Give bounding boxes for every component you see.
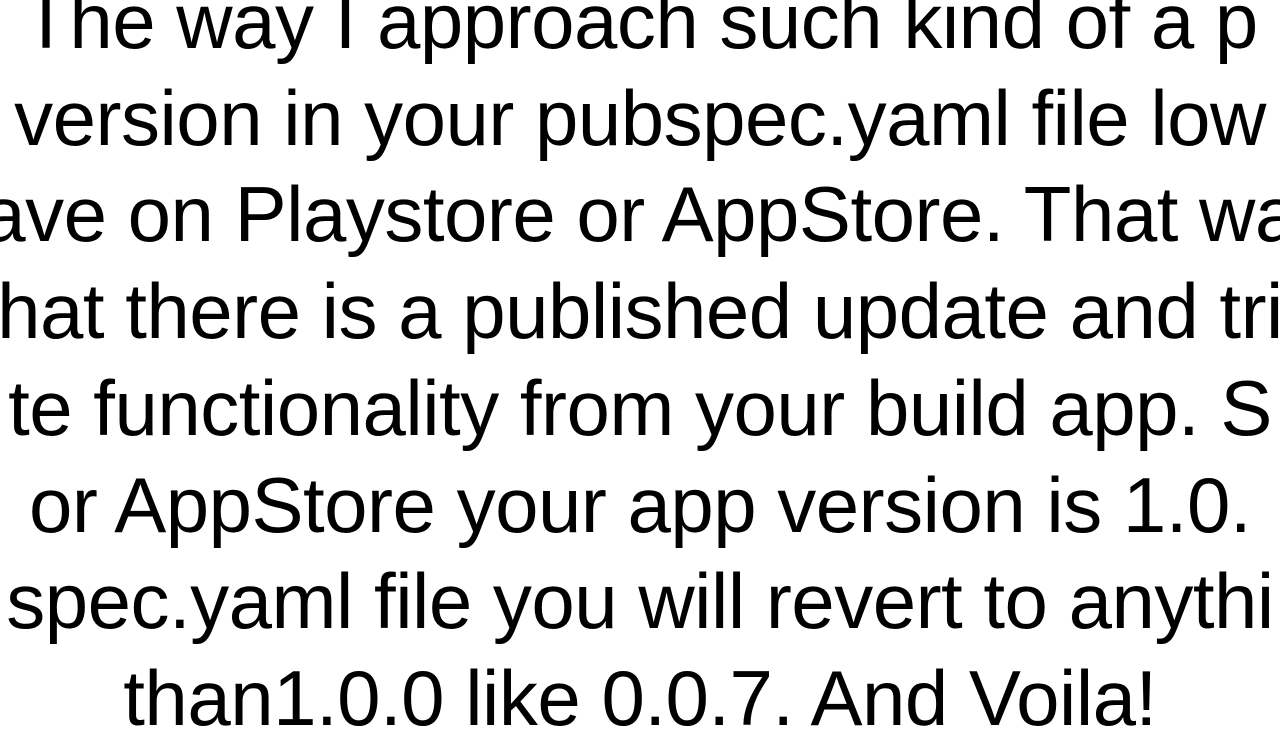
line-7: spec.yaml file you will revert to anythi: [6, 557, 1274, 645]
line-4: hat there is a published update and tri: [0, 267, 1280, 355]
body-text-block: The way I approach such kind of a p vers…: [0, 0, 1280, 747]
line-6: or AppStore your app version is 1.0.: [29, 461, 1251, 549]
line-1: The way I approach such kind of a p: [22, 0, 1258, 65]
line-5: te functionality from your build app. S: [8, 364, 1272, 452]
line-3: ave on Playstore or AppStore. That wa: [0, 171, 1280, 259]
line-8: than1.0.0 like 0.0.7. And Voila!: [123, 654, 1156, 742]
line-2: version in your pubspec.yaml file low: [14, 74, 1266, 162]
